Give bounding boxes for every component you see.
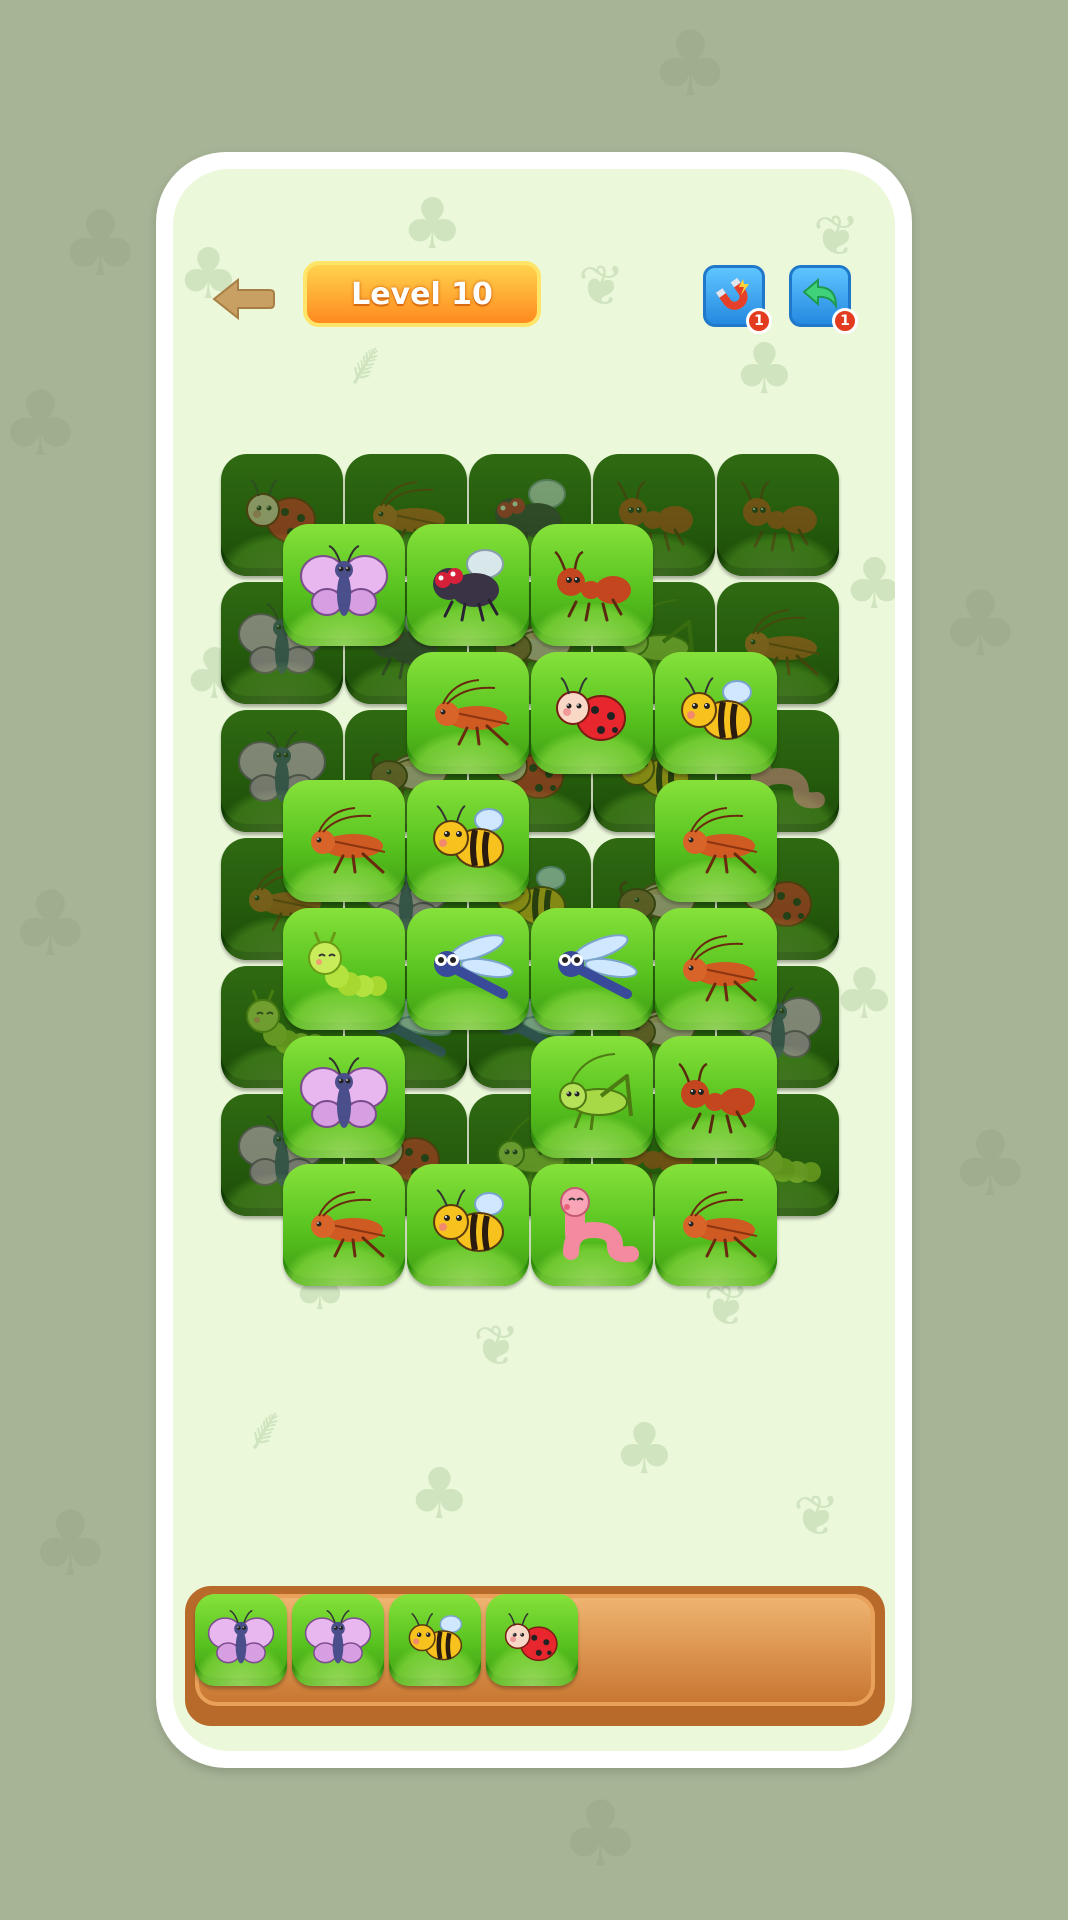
caterpillar-icon: [308, 931, 387, 997]
tile-cricket[interactable]: [655, 780, 777, 902]
background-clover-icon: ♣: [30, 1492, 111, 1597]
tile-grasshopper[interactable]: [531, 1036, 653, 1158]
level-indicator: Level 10: [303, 261, 541, 327]
tile-ladybug[interactable]: [531, 652, 653, 774]
tile-ant[interactable]: [655, 1036, 777, 1158]
butterfly-icon: [207, 1609, 275, 1664]
phone-frame: ♣ ♣ ♣ ♣ ♣ ♣ ♣ ♣ ♣ ❦ ❦ ❦ ❦ ❦ ⸙ ⸙ Level 10: [156, 152, 912, 1768]
cricket-icon: [683, 1191, 758, 1258]
background-clover-icon: ♣: [650, 12, 731, 117]
ladybug-icon: [504, 1612, 558, 1662]
back-arrow-icon: [212, 277, 275, 321]
undo-powerup-button[interactable]: 1: [789, 265, 858, 334]
bee-icon: [408, 1612, 463, 1661]
dragonfly-icon: [558, 934, 638, 999]
magnet-icon: [715, 277, 749, 310]
leaf-icon: ❦: [578, 254, 625, 319]
tray-slots: [195, 1594, 875, 1706]
tile-cricket[interactable]: [655, 908, 777, 1030]
ant-icon: [740, 480, 817, 552]
tile-butterfly[interactable]: [292, 1594, 384, 1686]
cricket-icon: [435, 679, 510, 746]
tile-cricket[interactable]: [283, 780, 405, 902]
background-clover-icon: ♣: [560, 1782, 641, 1887]
butterfly-icon: [300, 1057, 388, 1128]
cricket-icon: [683, 935, 758, 1002]
tile-bee[interactable]: [407, 780, 529, 902]
bee-icon: [433, 805, 504, 868]
tile-butterfly[interactable]: [283, 1036, 405, 1158]
tile-bee[interactable]: [655, 652, 777, 774]
butterfly-icon: [304, 1609, 372, 1664]
cricket-icon: [311, 1191, 386, 1258]
tile-bee[interactable]: [389, 1594, 481, 1686]
level-label: Level 10: [351, 276, 493, 312]
tile-caterpillar[interactable]: [283, 908, 405, 1030]
background-clover-icon: ♣: [0, 372, 81, 477]
cricket-icon: [683, 807, 758, 874]
leaf-icon: ❦: [813, 204, 860, 269]
game-screen: ♣ ♣ ♣ ♣ ♣ ♣ ♣ ♣ ♣ ❦ ❦ ❦ ❦ ❦ ⸙ ⸙ Level 10: [173, 169, 895, 1751]
clover-icon: ♣: [408, 1453, 471, 1535]
tile-cricket[interactable]: [407, 652, 529, 774]
collection-tray: [185, 1586, 885, 1726]
tile-ant: [717, 454, 839, 576]
tile-butterfly[interactable]: [283, 524, 405, 646]
clover-icon: ♣: [401, 183, 464, 265]
tile-dragonfly[interactable]: [407, 908, 529, 1030]
back-button[interactable]: [210, 274, 276, 324]
background-clover-icon: ♣: [950, 1112, 1031, 1217]
grasshopper-icon: [559, 1053, 633, 1131]
magnet-count-badge: 1: [746, 308, 772, 334]
bee-icon: [681, 677, 752, 740]
leaf-icon: ❦: [473, 1314, 520, 1379]
leaf-icon: ❦: [793, 1484, 840, 1549]
bee-icon: [433, 1189, 504, 1252]
tile-worm[interactable]: [531, 1164, 653, 1286]
clover-icon: ♣: [733, 328, 796, 410]
worm-icon: [560, 1187, 639, 1263]
clover-icon: ♣: [843, 543, 895, 625]
tile-cricket[interactable]: [655, 1164, 777, 1286]
ant-icon: [554, 550, 631, 622]
fly-icon: [433, 549, 504, 622]
undo-count-badge: 1: [832, 308, 858, 334]
tile-ladybug[interactable]: [486, 1594, 578, 1686]
sprig-icon: ⸙: [343, 329, 388, 399]
tile-cricket[interactable]: [283, 1164, 405, 1286]
dragonfly-icon: [434, 934, 514, 999]
clover-icon: ♣: [833, 953, 895, 1035]
cricket-icon: [311, 807, 386, 874]
background-clover-icon: ♣: [60, 192, 141, 297]
background-clover-icon: ♣: [10, 872, 91, 977]
sprig-icon: ⸙: [243, 1394, 288, 1464]
magnet-powerup-button[interactable]: 1: [703, 265, 772, 334]
ant-icon: [678, 1062, 755, 1134]
tile-bee[interactable]: [407, 1164, 529, 1286]
background-clover-icon: ♣: [940, 572, 1021, 677]
clover-icon: ♣: [613, 1408, 676, 1490]
ladybug-icon: [556, 677, 626, 741]
tile-fly[interactable]: [407, 524, 529, 646]
tile-ant[interactable]: [531, 524, 653, 646]
leaf-icon: ❦: [703, 1274, 750, 1339]
tile-dragonfly[interactable]: [531, 908, 653, 1030]
butterfly-icon: [300, 545, 388, 616]
tile-butterfly[interactable]: [195, 1594, 287, 1686]
